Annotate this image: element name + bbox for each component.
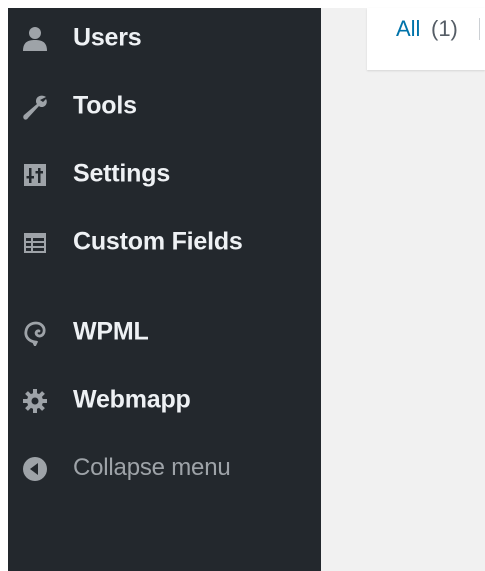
main-content-area [321, 0, 485, 571]
sidebar-item-label: Tools [73, 91, 137, 120]
sidebar-item-label: Settings [73, 159, 171, 188]
sidebar-item-settings[interactable]: Settings [8, 149, 321, 199]
filter-all-count: (1) [431, 16, 458, 41]
collapse-menu-button[interactable]: Collapse menu [8, 443, 321, 493]
collapse-arrow-icon [22, 456, 48, 482]
custom-fields-table-icon [22, 230, 48, 256]
sidebar-item-webmapp[interactable]: Webmapp [8, 375, 321, 425]
collapse-menu-label: Collapse menu [73, 454, 231, 481]
sidebar-item-custom-fields[interactable]: Custom Fields [8, 217, 321, 267]
sidebar-item-tools[interactable]: Tools [8, 81, 321, 131]
admin-sidebar: Users Tools Settings Custom Fields WPML … [8, 8, 321, 571]
wrench-icon [22, 94, 48, 120]
sidebar-item-label: Custom Fields [73, 227, 243, 256]
gear-icon [22, 388, 48, 414]
sidebar-item-label: Users [73, 23, 142, 52]
sidebar-item-users[interactable]: Users [8, 13, 321, 63]
wpml-icon [22, 320, 48, 346]
filter-separator [479, 18, 480, 40]
filter-all-link[interactable]: All [396, 16, 420, 42]
user-icon [22, 26, 48, 52]
top-strip [321, 0, 485, 8]
sidebar-item-label: WPML [73, 317, 149, 346]
status-filter-bar: All (1) [367, 8, 485, 70]
settings-sliders-icon [22, 162, 48, 188]
sidebar-item-label: Webmapp [73, 385, 191, 414]
sidebar-item-wpml[interactable]: WPML [8, 307, 321, 357]
